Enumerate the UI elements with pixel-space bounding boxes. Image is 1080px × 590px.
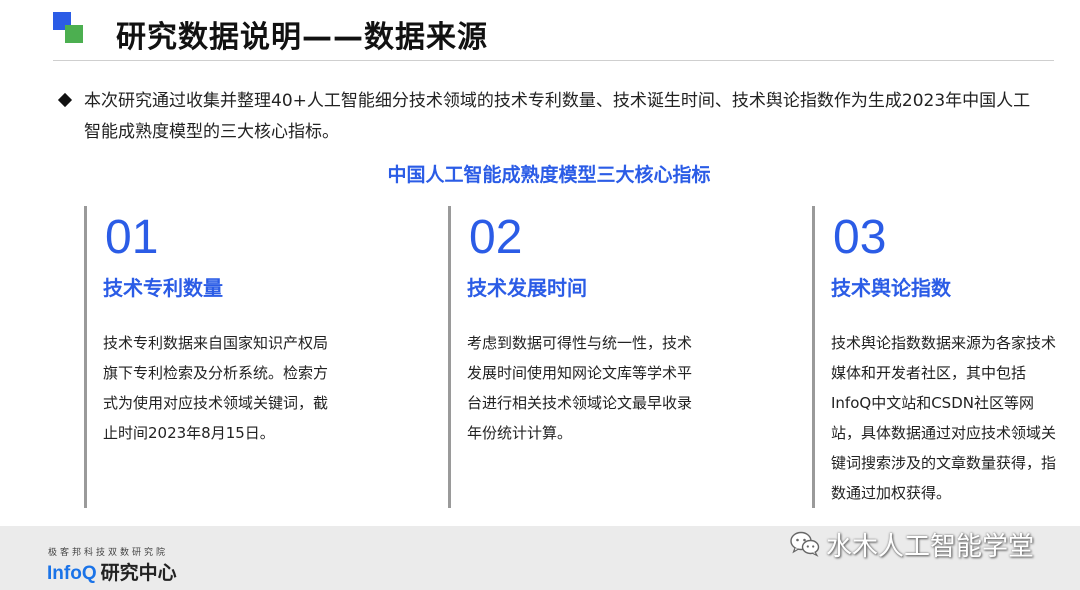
indicator-heading: 技术发展时间 (467, 276, 587, 300)
logo-green-square (65, 25, 83, 43)
watermark-text: 水木人工智能学堂 (826, 531, 1035, 562)
logo-icon (53, 12, 87, 46)
research-center-label: 研究中心 (100, 562, 177, 584)
page-title: 研究数据说明——数据来源 (116, 20, 488, 55)
watermark: 水木人工智能学堂 (790, 526, 1034, 562)
footer-brand: InfoQ 研究中心 (47, 558, 177, 585)
indicator-column-3: 03 技术舆论指数 技术舆论指数数据来源为各家技术媒体和开发者社区，其中包括In… (812, 206, 1068, 508)
footer-tagline: 极客邦科技双数研究院 (48, 548, 169, 558)
intro-text: 本次研究通过收集并整理40+人工智能细分技术领域的技术专利数量、技术诞生时间、技… (84, 91, 1031, 142)
indicator-column-2: 02 技术发展时间 考虑到数据可得性与统一性，技术发展时间使用知网论文库等学术平… (448, 206, 748, 508)
indicator-heading: 技术舆论指数 (831, 276, 951, 300)
intro-bullet: 本次研究通过收集并整理40+人工智能细分技术领域的技术专利数量、技术诞生时间、技… (57, 86, 1040, 148)
wechat-icon (790, 531, 820, 557)
indicator-description: 技术专利数据来自国家知识产权局旗下专利检索及分析系统。检索方式为使用对应技术领域… (103, 334, 329, 442)
indicator-number: 03 (833, 211, 887, 264)
indicator-number: 02 (469, 211, 523, 264)
indicator-description: 考虑到数据可得性与统一性，技术发展时间使用知网论文库等学术平台进行相关技术领域论… (467, 334, 693, 442)
title-divider (53, 60, 1054, 61)
indicator-heading: 技术专利数量 (103, 276, 223, 300)
indicator-column-1: 01 技术专利数量 技术专利数据来自国家知识产权局旗下专利检索及分析系统。检索方… (84, 206, 384, 508)
indicator-description: 技术舆论指数数据来源为各家技术媒体和开发者社区，其中包括InfoQ中文站和CSD… (831, 334, 1057, 502)
infoq-logo-text: InfoQ (47, 563, 97, 584)
section-subtitle: 中国人工智能成熟度模型三大核心指标 (387, 164, 711, 186)
indicator-number: 01 (105, 211, 159, 264)
